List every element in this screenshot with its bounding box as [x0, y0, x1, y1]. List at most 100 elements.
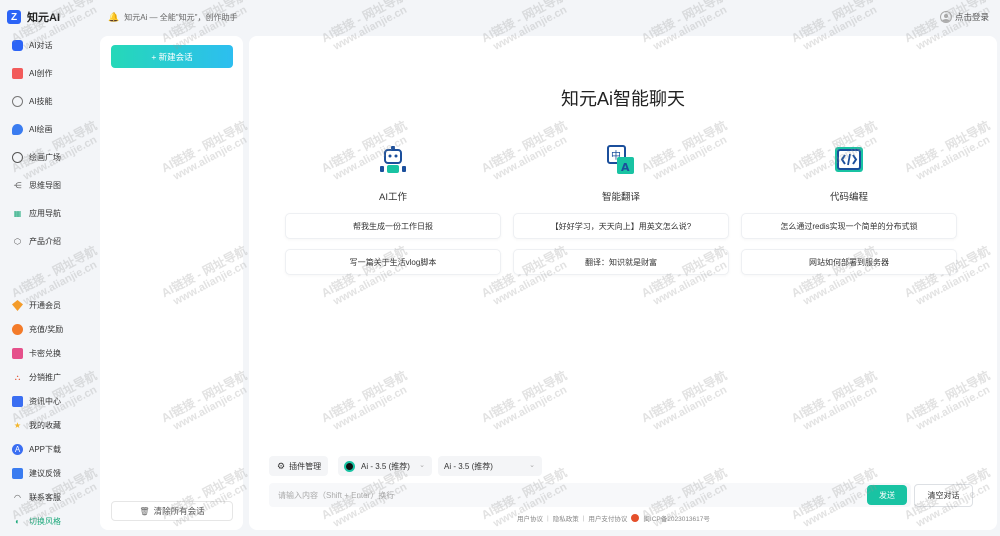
- page-title: 知元Ai智能聊天: [560, 89, 685, 109]
- sidebar-item-ai-skill[interactable]: AI技能: [12, 96, 53, 107]
- model-label: Ai - 3.5 (推荐): [444, 461, 493, 471]
- sidebar-item-theme[interactable]: ◐ 切换风格: [12, 516, 61, 527]
- sidebar-item-favorites[interactable]: ★ 我的收藏: [12, 420, 61, 431]
- card-icon: [12, 348, 23, 359]
- feature-code[interactable]: 代码编程: [789, 144, 909, 203]
- bell-icon: 🔔: [108, 11, 120, 22]
- app-download-icon: A: [12, 444, 23, 455]
- theme-icon: ◐: [15, 517, 20, 526]
- sidebar-item-label: AI对话: [29, 41, 53, 50]
- divider: |: [547, 514, 549, 522]
- sidebar-item-label: 充值/奖励: [29, 325, 64, 334]
- feature-label: 智能翻译: [601, 192, 640, 203]
- feature-translate[interactable]: 中 A 智能翻译: [561, 144, 681, 203]
- suggestion-card[interactable]: 怎么通过redis实现一个简单的分布式锁: [741, 213, 957, 239]
- cube-icon: ⬡: [14, 237, 21, 246]
- sidebar-item-label: 思维导图: [29, 181, 61, 190]
- sidebar-nav: AI对话 AI创作 AI技能 AI绘画 绘画广场 ⋲ 思维导图 ▦ 应用导航 ⬡…: [0, 34, 96, 536]
- sidebar-item-label: APP下载: [29, 445, 62, 454]
- payment-agreement-link[interactable]: 用户支付协议: [588, 513, 627, 523]
- feature-label: 代码编程: [829, 192, 868, 203]
- paint-icon: [12, 124, 23, 135]
- suggestion-card[interactable]: 【好好学习，天天向上】用英文怎么说?: [513, 213, 729, 239]
- svg-text:A: A: [621, 161, 630, 174]
- sidebar-item-label: AI绘画: [29, 125, 53, 134]
- clear-all-label: 清除所有会话: [153, 506, 205, 516]
- chat-main-panel: 知元Ai智能聊天 AI工作 中 A 智能翻译 代码编程 帮我生成一份工作日报 【…: [249, 36, 997, 530]
- translate-icon: 中 A: [606, 144, 636, 176]
- sidebar-item-recharge[interactable]: 充值/奖励: [12, 324, 63, 335]
- sidebar-item-vip[interactable]: 开通会员: [12, 300, 61, 311]
- sidebar-item-label: 资讯中心: [29, 397, 61, 406]
- session-panel: + 新建会话 🗑 清除所有会话: [100, 36, 243, 530]
- create-icon: [12, 68, 23, 79]
- sidebar-item-share[interactable]: ⛬ 分销推广: [12, 372, 61, 383]
- sidebar-item-feedback[interactable]: 建议反馈: [12, 468, 61, 479]
- chevron-down-icon: ⌄: [419, 462, 425, 469]
- login-button[interactable]: 点击登录: [939, 11, 989, 23]
- plugin-label: 插件管理: [289, 461, 322, 471]
- skill-icon: [12, 96, 23, 107]
- sidebar-item-label: 联系客服: [29, 493, 61, 502]
- plugin-manage-button[interactable]: ⚙ 插件管理: [269, 456, 328, 476]
- suggestion-card[interactable]: 写一篇关于生活vlog脚本: [285, 249, 501, 275]
- divider: |: [582, 514, 585, 522]
- news-icon: [12, 396, 23, 407]
- footer: 用户协议 | 隐私政策 | 用户支付协议 闽ICP备2023013617号: [517, 513, 817, 523]
- sidebar-item-label: 应用导航: [29, 209, 61, 218]
- chevron-down-icon: ⌄: [529, 462, 535, 469]
- top-bar: Z 知元AI 🔔 知元Ai — 全能"知元"，创作助手 点击登录: [0, 0, 1000, 34]
- sidebar-item-mindmap[interactable]: ⋲ 思维导图: [12, 180, 62, 191]
- beian-link[interactable]: 闽ICP备2023013617号: [643, 513, 710, 523]
- model-label: Ai - 3.5 (推荐): [361, 461, 410, 471]
- user-icon: [939, 11, 952, 23]
- send-button[interactable]: 发送: [867, 485, 907, 505]
- new-chat-button[interactable]: + 新建会话: [111, 45, 233, 68]
- sidebar-item-ai-chat[interactable]: AI对话: [12, 40, 53, 51]
- sidebar-item-card[interactable]: 卡密兑换: [12, 348, 61, 359]
- model-logo-icon: [344, 460, 355, 472]
- sidebar-item-product[interactable]: ⬡ 产品介绍: [12, 236, 61, 247]
- vip-icon: [12, 300, 23, 311]
- user-agreement-link[interactable]: 用户协议: [517, 513, 543, 523]
- sidebar-item-app-download[interactable]: A APP下载: [12, 444, 61, 455]
- feedback-icon: [12, 468, 23, 479]
- privacy-link[interactable]: 隐私政策: [553, 513, 579, 523]
- clear-chat-button[interactable]: 清空对话: [914, 484, 973, 507]
- suggestion-card[interactable]: 网站如何部署到服务器: [741, 249, 957, 275]
- sidebar-item-label: AI创作: [29, 69, 53, 78]
- login-label: 点击登录: [954, 12, 989, 22]
- plugin-icon: ⚙: [277, 460, 286, 471]
- chat-icon: [12, 40, 23, 51]
- sidebar-item-news[interactable]: 资讯中心: [12, 396, 61, 407]
- gallery-icon: [12, 152, 23, 163]
- sidebar-item-label: 绘画广场: [29, 153, 61, 162]
- sidebar-item-ai-create[interactable]: AI创作: [12, 68, 53, 79]
- sidebar-item-ai-paint[interactable]: AI绘画: [12, 124, 53, 135]
- model-select-secondary[interactable]: Ai - 3.5 (推荐) ⌄: [438, 456, 542, 476]
- sidebar-item-label: 分销推广: [29, 373, 61, 382]
- beian-icon: [631, 514, 640, 522]
- suggestion-card[interactable]: 帮我生成一份工作日报: [285, 213, 501, 239]
- app-title[interactable]: 知元AI: [27, 9, 60, 25]
- sidebar-item-app-nav[interactable]: ▦ 应用导航: [12, 208, 61, 219]
- sidebar-item-label: 开通会员: [29, 301, 61, 310]
- suggestion-card[interactable]: 翻译：知识就是财富: [513, 249, 729, 275]
- trash-icon: 🗑: [139, 506, 150, 516]
- mindmap-icon: ⋲: [13, 181, 22, 190]
- sidebar-item-gallery[interactable]: 绘画广场: [12, 152, 61, 163]
- logo-icon[interactable]: Z: [7, 10, 21, 24]
- chat-input[interactable]: [269, 483, 911, 507]
- headset-icon: ◠: [14, 493, 21, 502]
- sidebar-item-label: 产品介绍: [29, 237, 61, 246]
- slogan: 知元Ai — 全能"知元"，创作助手: [124, 12, 238, 22]
- sidebar-item-label: 卡密兑换: [29, 349, 61, 358]
- sidebar-item-contact[interactable]: ◠ 联系客服: [12, 492, 61, 503]
- model-select-primary[interactable]: Ai - 3.5 (推荐) ⌄: [338, 456, 432, 476]
- feature-ai-work[interactable]: AI工作: [333, 144, 453, 203]
- star-icon: ★: [13, 421, 22, 430]
- recharge-icon: [12, 324, 23, 335]
- clear-all-sessions-button[interactable]: 🗑 清除所有会话: [111, 501, 233, 521]
- share-icon: ⛬: [14, 372, 21, 382]
- sidebar-item-label: 我的收藏: [29, 421, 61, 430]
